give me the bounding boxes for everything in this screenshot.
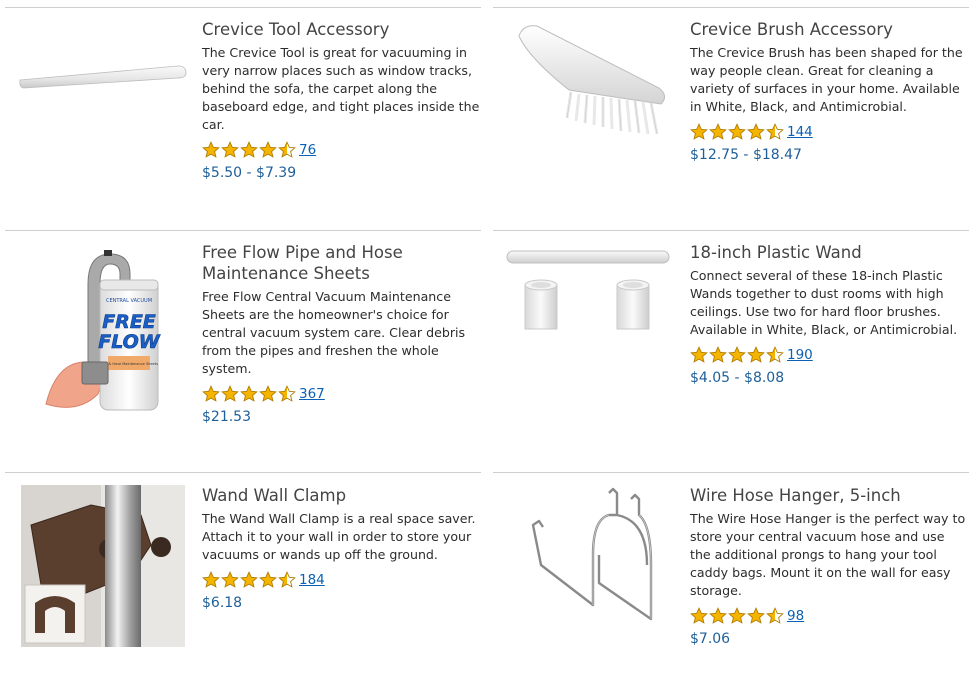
star-full-icon <box>202 571 220 588</box>
product-title[interactable]: Crevice Brush Accessory <box>690 19 969 40</box>
free-flow-sheets-image[interactable]: CENTRAL VACUUM FREE FLOW Pipe & Hose Mai… <box>15 241 191 421</box>
product-grid: Crevice Tool Accessory The Crevice Tool … <box>0 0 972 688</box>
star-half-icon <box>766 346 784 363</box>
review-count-link[interactable]: 184 <box>299 572 325 588</box>
star-full-icon <box>690 607 708 624</box>
product-card: Crevice Brush Accessory The Crevice Brus… <box>493 7 969 229</box>
product-description: The Crevice Tool is great for vacuuming … <box>202 45 480 132</box>
product-description: Connect several of these 18-inch Plastic… <box>690 268 958 337</box>
wire-hanger-image[interactable] <box>503 485 679 635</box>
star-half-icon <box>278 385 296 402</box>
star-full-icon <box>202 141 220 158</box>
star-full-icon <box>240 141 258 158</box>
product-price: $12.75 - $18.47 <box>690 147 802 163</box>
star-full-icon <box>259 571 277 588</box>
canister-brand-free: FREE <box>102 311 156 333</box>
wall-clamp-image[interactable] <box>15 485 191 647</box>
star-half-icon <box>766 607 784 624</box>
star-rating <box>202 385 296 403</box>
canister-small-text: CENTRAL VACUUM <box>106 298 152 304</box>
product-card: 18-inch Plastic Wand Connect several of … <box>493 230 969 472</box>
rating: 184 <box>202 570 481 590</box>
review-count-link[interactable]: 144 <box>787 124 813 140</box>
product-title[interactable]: Wand Wall Clamp <box>202 485 481 506</box>
product-description: Free Flow Central Vacuum Maintenance She… <box>202 289 466 376</box>
product-card: CENTRAL VACUUM FREE FLOW Pipe & Hose Mai… <box>5 230 481 472</box>
product-price: $4.05 - $8.08 <box>690 370 785 386</box>
canister-sub-text: Pipe & Hose Maintenance Sheets <box>100 362 158 366</box>
product-card: Crevice Tool Accessory The Crevice Tool … <box>5 7 481 229</box>
star-half-icon <box>278 571 296 588</box>
star-half-icon <box>278 141 296 158</box>
star-full-icon <box>709 607 727 624</box>
star-rating <box>202 571 296 589</box>
product-card: Wand Wall Clamp The Wand Wall Clamp is a… <box>5 472 481 688</box>
star-full-icon <box>259 141 277 158</box>
star-full-icon <box>221 385 239 402</box>
star-full-icon <box>690 346 708 363</box>
product-price: $7.06 <box>690 631 731 647</box>
review-count-link[interactable]: 76 <box>299 142 316 158</box>
product-card: Wire Hose Hanger, 5-inch The Wire Hose H… <box>493 472 969 688</box>
star-full-icon <box>747 607 765 624</box>
star-full-icon <box>709 123 727 140</box>
product-price: $6.18 <box>202 595 243 611</box>
review-count-link[interactable]: 190 <box>787 347 813 363</box>
star-full-icon <box>709 346 727 363</box>
star-half-icon <box>766 123 784 140</box>
product-title[interactable]: Crevice Tool Accessory <box>202 19 481 40</box>
star-full-icon <box>728 346 746 363</box>
rating: 190 <box>690 345 969 365</box>
product-title[interactable]: Wire Hose Hanger, 5-inch <box>690 485 969 506</box>
star-full-icon <box>240 385 258 402</box>
star-full-icon <box>690 123 708 140</box>
star-full-icon <box>747 346 765 363</box>
product-description: The Crevice Brush has been shaped for th… <box>690 45 963 114</box>
star-full-icon <box>221 141 239 158</box>
star-rating <box>690 607 784 625</box>
rating: 144 <box>690 122 969 142</box>
canister-brand-flow: FLOW <box>98 331 161 353</box>
crevice-brush-image[interactable] <box>503 18 679 138</box>
plastic-wand-image[interactable] <box>503 243 679 333</box>
product-price: $21.53 <box>202 409 251 425</box>
star-rating <box>690 123 784 141</box>
product-title[interactable]: Free Flow Pipe and Hose Maintenance Shee… <box>202 242 481 284</box>
star-full-icon <box>240 571 258 588</box>
product-description: The Wand Wall Clamp is a real space save… <box>202 511 476 562</box>
star-full-icon <box>728 607 746 624</box>
product-description: The Wire Hose Hanger is the perfect way … <box>690 511 966 598</box>
star-rating <box>202 141 296 159</box>
review-count-link[interactable]: 98 <box>787 608 804 624</box>
star-full-icon <box>728 123 746 140</box>
star-full-icon <box>747 123 765 140</box>
star-full-icon <box>259 385 277 402</box>
product-price: $5.50 - $7.39 <box>202 165 297 181</box>
star-full-icon <box>221 571 239 588</box>
rating: 76 <box>202 140 481 160</box>
crevice-tool-image[interactable] <box>15 18 191 138</box>
star-full-icon <box>202 385 220 402</box>
rating: 98 <box>690 606 969 626</box>
rating: 367 <box>202 384 481 404</box>
star-rating <box>690 346 784 364</box>
product-title[interactable]: 18-inch Plastic Wand <box>690 242 969 263</box>
review-count-link[interactable]: 367 <box>299 386 325 402</box>
